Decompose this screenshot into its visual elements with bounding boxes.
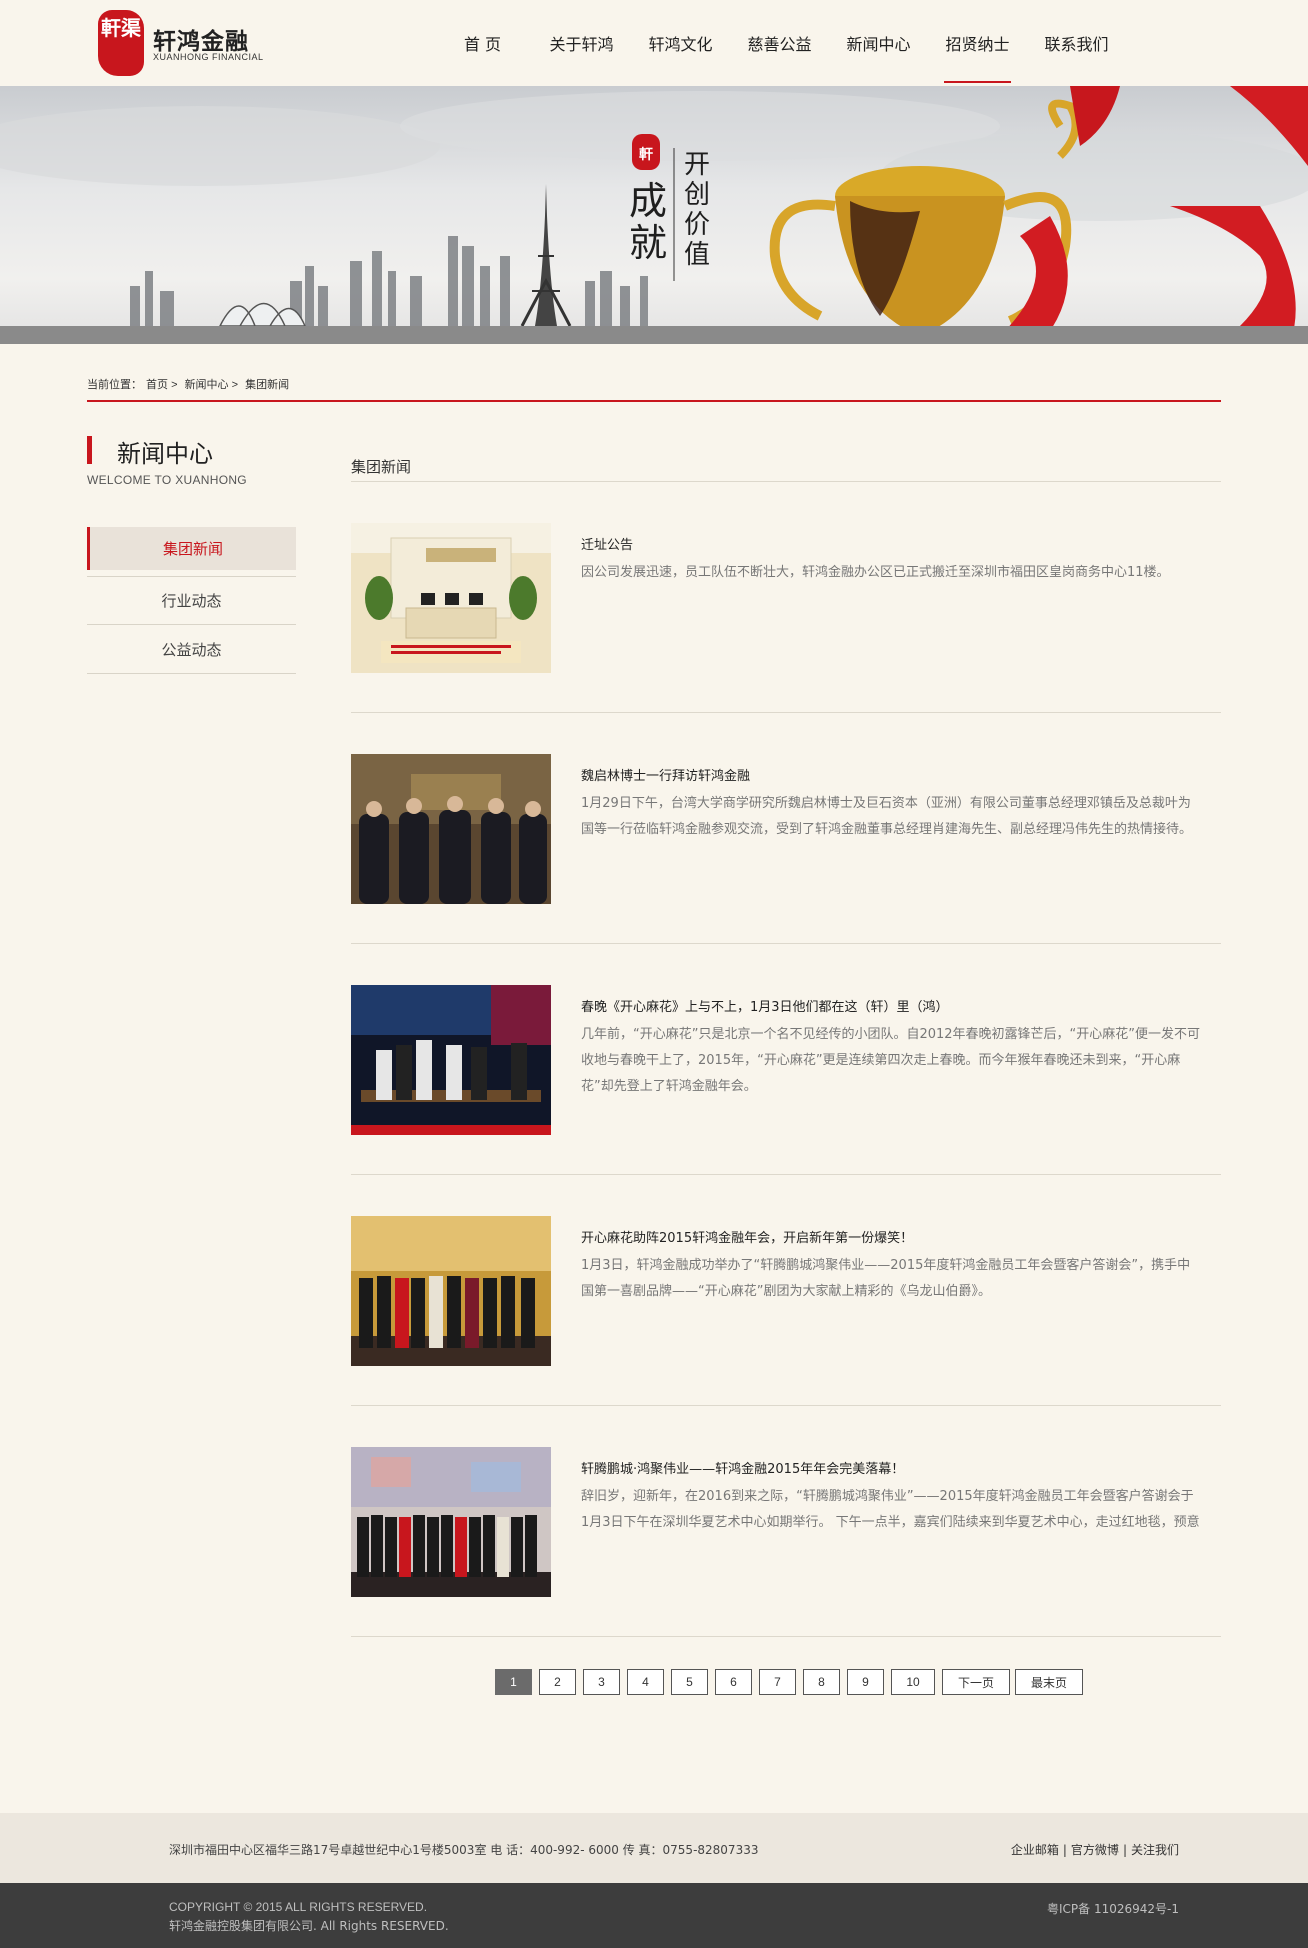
news-summary: 几年前，“开心麻花”只是北京一个名不见经传的小团队。自2012年春晚初露锋芒后，… [581,1027,1201,1094]
logo-name-en: XUANHONG FINANCIAL [153,52,264,62]
sidebar-title-bar [87,436,92,464]
news-thumbnail[interactable] [351,523,551,673]
next-page-button[interactable]: 下一页 [942,1669,1010,1695]
news-item: 魏启林博士一行拜访轩鸿金融 1月29日下午，台湾大学商学研究所魏启林博士及巨石资… [351,713,1221,944]
breadcrumb-home[interactable]: 首页 [146,379,168,391]
news-item: 春晚《开心麻花》上与不上，1月3日他们都在这（轩）里（鸿） 几年前，“开心麻花”… [351,944,1221,1175]
sidebar-title: 新闻中心 [117,440,213,468]
footer-address: 深圳市福田中心区福华三路17号卓越世纪中心1号楼5003室 电 话：400-99… [169,1843,759,1857]
group-visit-image [351,754,551,904]
hero-banner: 軒 成就 开创价值 [0,86,1308,344]
footer-link-sep: | [1062,1843,1067,1857]
breadcrumb-prefix: 当前位置： [87,379,142,391]
page-9-button[interactable]: 9 [847,1669,884,1695]
news-thumbnail[interactable] [351,1447,551,1597]
site-logo[interactable]: 軒渠 轩鸿金融 XUANHONG FINANCIAL [98,10,268,76]
news-item: 迁址公告 因公司发展迅速，员工队伍不断壮大，轩鸿金融办公区已正式搬迁至深圳市福田… [351,482,1221,713]
nav-item-contact[interactable]: 联系我们 [1027,0,1126,86]
page-6-button[interactable]: 6 [715,1669,752,1695]
page-2-button[interactable]: 2 [539,1669,576,1695]
footer-link-email[interactable]: 企业邮箱 [1011,1843,1059,1857]
pagination: 1 2 3 4 5 6 7 8 9 10 下一页 最末页 [495,1669,1088,1695]
nav-item-about[interactable]: 关于轩鸿 [532,0,631,86]
footer-copyright-cn: 轩鸿金融控股集团有限公司. All Rights RESERVED. [169,1919,449,1933]
news-summary: 辞旧岁，迎新年，在2016到来之际，“轩腾鹏城鸿聚伟业”——2015年度轩鸿金融… [581,1489,1200,1530]
last-page-button[interactable]: 最末页 [1015,1669,1083,1695]
page-8-button[interactable]: 8 [803,1669,840,1695]
nav-item-culture[interactable]: 轩鸿文化 [631,0,730,86]
news-item: 轩腾鹏城·鸿聚伟业——轩鸿金融2015年年会完美落幕！ 辞旧岁，迎新年，在201… [351,1406,1221,1637]
banner-slogan-1: 成就 [628,179,667,265]
main-nav: 首 页 关于轩鸿 轩鸿文化 慈善公益 新闻中心 招贤纳士 联系我们 [433,0,1126,86]
breadcrumb-current[interactable]: 集团新闻 [245,379,289,391]
nav-item-careers[interactable]: 招贤纳士 [928,0,1027,86]
sidebar-subtitle: WELCOME TO XUANHONG [87,473,247,487]
news-title[interactable]: 迁址公告 [581,534,633,553]
page-1-button[interactable]: 1 [495,1669,532,1695]
svg-text:軒: 軒 [639,146,653,163]
breadcrumb-sep: > [231,379,239,391]
news-title[interactable]: 开心麻花助阵2015轩鸿金融年会，开启新年第一份爆笑！ [581,1227,913,1246]
news-summary: 1月29日下午，台湾大学商学研究所魏启林博士及巨石资本（亚洲）有限公司董事总经理… [581,796,1193,837]
breadcrumb-news[interactable]: 新闻中心 [185,379,229,391]
footer-links: 企业邮箱 | 官方微博 | 关注我们 [1011,1841,1179,1858]
breadcrumb-divider [87,400,1221,402]
sidebar-item-industry[interactable]: 行业动态 [87,576,296,625]
banner-slogan-2: 开创价值 [683,150,710,270]
breadcrumb: 当前位置： 首页 > 新闻中心 > 集团新闻 [87,376,289,392]
footer-link-follow[interactable]: 关注我们 [1131,1843,1179,1857]
group-photo-image [351,1447,551,1597]
footer-link-sep: | [1122,1843,1127,1857]
office-reception-image [351,523,551,673]
nav-item-charity[interactable]: 慈善公益 [730,0,829,86]
sidebar-menu: 集团新闻 行业动态 公益动态 [87,527,296,674]
banner-base-strip [0,326,1308,344]
page-7-button[interactable]: 7 [759,1669,796,1695]
news-thumbnail[interactable] [351,754,551,904]
logo-name-cn: 轩鸿金融 [153,29,249,55]
sidebar-item-group-news[interactable]: 集团新闻 [87,527,296,570]
news-title[interactable]: 魏启林博士一行拜访轩鸿金融 [581,765,750,784]
nav-item-home[interactable]: 首 页 [433,0,532,86]
news-title[interactable]: 春晚《开心麻花》上与不上，1月3日他们都在这（轩）里（鸿） [581,996,949,1015]
site-header: 軒渠 轩鸿金融 XUANHONG FINANCIAL 首 页 关于轩鸿 轩鸿文化… [0,0,1308,86]
news-item: 开心麻花助阵2015轩鸿金融年会，开启新年第一份爆笑！ 1月3日，轩鸿金融成功举… [351,1175,1221,1406]
logo-seal: 軒渠 [98,10,144,76]
page-10-button[interactable]: 10 [891,1669,935,1695]
footer-copyright-en: COPYRIGHT © 2015 ALL RIGHTS RESERVED. [169,1900,428,1914]
footer-link-weibo[interactable]: 官方微博 [1071,1843,1119,1857]
breadcrumb-sep: > [171,379,178,391]
stage-show-image [351,985,551,1135]
annual-meeting-image [351,1216,551,1366]
news-thumbnail[interactable] [351,1216,551,1366]
news-title[interactable]: 轩腾鹏城·鸿聚伟业——轩鸿金融2015年年会完美落幕！ [581,1458,904,1477]
sidebar-item-charity[interactable]: 公益动态 [87,625,296,674]
footer-icp: 粤ICP备 11026942号-1 [1046,1902,1179,1916]
news-thumbnail[interactable] [351,985,551,1135]
page-4-button[interactable]: 4 [627,1669,664,1695]
content-title: 集团新闻 [351,458,412,476]
page-5-button[interactable]: 5 [671,1669,708,1695]
news-summary: 因公司发展迅速，员工队伍不断壮大，轩鸿金融办公区已正式搬迁至深圳市福田区皇岗商务… [581,565,1170,580]
page-3-button[interactable]: 3 [583,1669,620,1695]
nav-item-news[interactable]: 新闻中心 [829,0,928,86]
news-summary: 1月3日，轩鸿金融成功举办了“轩腾鹏城鸿聚伟业——2015年度轩鸿金融员工年会暨… [581,1258,1191,1299]
